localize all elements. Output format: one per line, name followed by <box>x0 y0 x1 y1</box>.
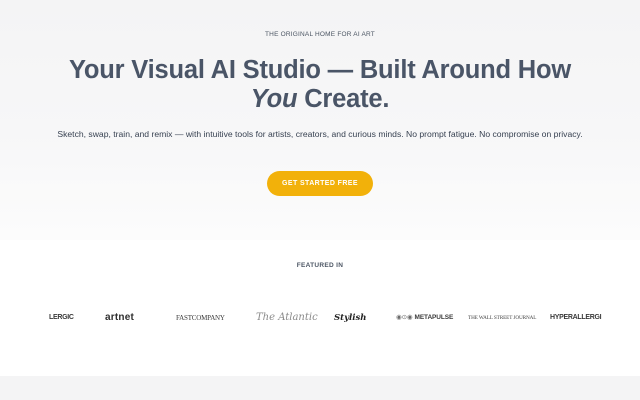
hyperallergic-logo-repeat: HYPERALLERGI <box>550 314 602 321</box>
artnet-logo: artnet <box>105 312 134 323</box>
the-atlantic-logo: The Atlantic <box>256 312 318 323</box>
hero-subtext: Sketch, swap, train, and remix — with in… <box>57 129 583 139</box>
hero-eyebrow: THE ORIGINAL HOME FOR AI ART <box>265 31 375 38</box>
landing-page: THE ORIGINAL HOME FOR AI ART Your Visual… <box>0 0 640 400</box>
metapulse-logo: ◉⊙◉ METAPULSE <box>396 312 453 324</box>
next-section-band <box>0 376 640 400</box>
metapulse-wordmark: METAPULSE <box>414 314 454 321</box>
get-started-button[interactable]: GET STARTED FREE <box>267 171 373 196</box>
fast-company-logo: FASTCOMPANY <box>176 314 225 322</box>
headline-end: Create. <box>297 85 390 113</box>
wall-street-journal-logo: THE WALL STREET JOURNAL <box>468 315 537 321</box>
hero-section: THE ORIGINAL HOME FOR AI ART Your Visual… <box>0 0 640 240</box>
featured-in-section: FEATURED IN LERGIC artnet FASTCOMPANY Th… <box>0 240 640 376</box>
script-logo: Stylish <box>334 313 367 323</box>
metapulse-mark-icon: ◉⊙◉ <box>396 314 413 321</box>
headline-line1: Your Visual AI Studio — Built Around How <box>69 56 571 84</box>
featured-in-title: FEATURED IN <box>296 262 344 269</box>
hyperallergic-logo: LERGIC <box>49 314 74 321</box>
headline-emphasis: You <box>250 85 298 113</box>
hero-headline: Your Visual AI Studio — Built Around How… <box>40 56 600 114</box>
